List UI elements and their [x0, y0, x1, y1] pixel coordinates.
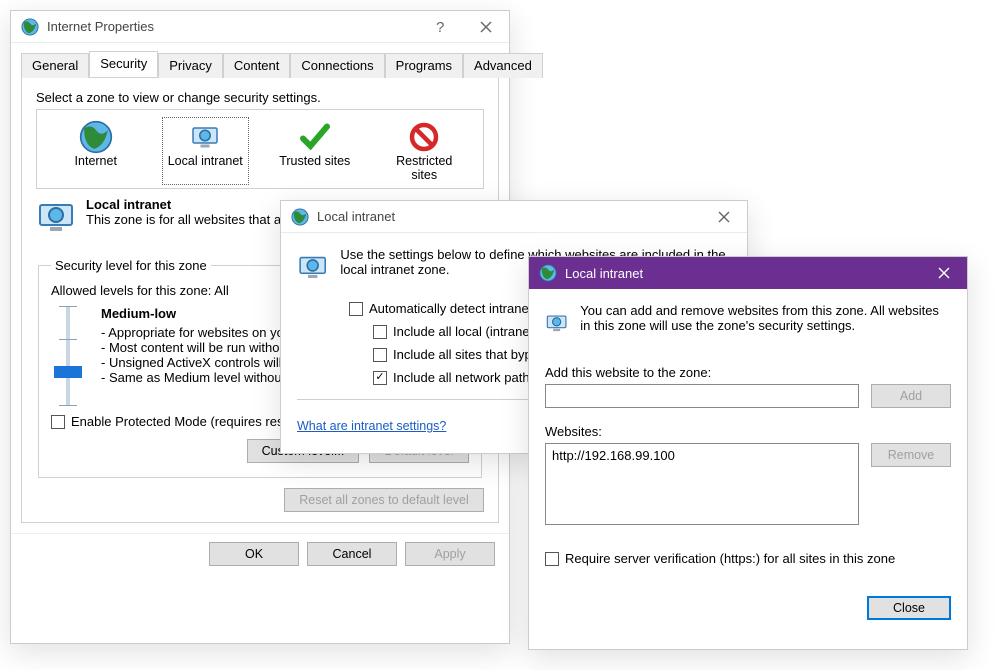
- tab-content[interactable]: Content: [223, 53, 291, 78]
- monitor-globe-icon: [545, 303, 568, 343]
- tab-advanced[interactable]: Advanced: [463, 53, 543, 78]
- websites-listbox[interactable]: http://192.168.99.100: [545, 443, 859, 525]
- add-website-label: Add this website to the zone:: [545, 365, 951, 380]
- checkbox-box: [373, 371, 387, 385]
- zone-label: Restricted sites: [384, 154, 466, 182]
- globe-icon: [79, 120, 113, 154]
- tab-strip: General Security Privacy Content Connect…: [11, 43, 509, 77]
- help-button[interactable]: [425, 15, 459, 39]
- checkbox-box: [349, 302, 363, 316]
- monitor-globe-icon: [297, 247, 328, 287]
- monitor-globe-icon: [188, 122, 222, 152]
- titlebar-local-intranet-sites: Local intranet: [529, 257, 967, 289]
- titlebar-local-intranet-settings: Local intranet: [281, 201, 747, 233]
- security-level-legend: Security level for this zone: [51, 258, 211, 273]
- close-button[interactable]: [469, 15, 503, 39]
- tab-connections[interactable]: Connections: [290, 53, 384, 78]
- check-icon: [300, 122, 330, 152]
- globe-icon: [539, 264, 557, 282]
- close-dialog-button[interactable]: Close: [867, 596, 951, 620]
- close-button[interactable]: [707, 205, 741, 229]
- zone-local-intranet[interactable]: Local intranet: [165, 120, 247, 182]
- zone-trusted[interactable]: Trusted sites: [274, 120, 356, 182]
- window-title: Internet Properties: [47, 19, 425, 34]
- reset-all-zones-button[interactable]: Reset all zones to default level: [284, 488, 484, 512]
- tab-security[interactable]: Security: [89, 51, 158, 77]
- require-https-checkbox[interactable]: Require server verification (https:) for…: [545, 551, 951, 566]
- checkbox-box: [51, 415, 65, 429]
- cancel-button[interactable]: Cancel: [307, 542, 397, 566]
- dialog-message: You can add and remove websites from thi…: [580, 303, 951, 343]
- tab-privacy[interactable]: Privacy: [158, 53, 223, 78]
- checkbox-label: Require server verification (https:) for…: [565, 551, 895, 566]
- restricted-icon: [409, 122, 439, 152]
- website-item[interactable]: http://192.168.99.100: [552, 448, 852, 463]
- websites-label: Websites:: [545, 424, 951, 439]
- globe-icon: [291, 208, 309, 226]
- add-website-input[interactable]: [545, 384, 859, 408]
- zone-label: Internet: [55, 154, 137, 168]
- dialog-title: Local intranet: [565, 266, 927, 281]
- zone-label: Local intranet: [165, 154, 247, 168]
- dialog-title: Local intranet: [317, 209, 707, 224]
- remove-button[interactable]: Remove: [871, 443, 951, 467]
- zone-prompt: Select a zone to view or change security…: [36, 90, 484, 105]
- globe-icon: [21, 18, 39, 36]
- add-button[interactable]: Add: [871, 384, 951, 408]
- close-button[interactable]: [927, 261, 961, 285]
- tab-general[interactable]: General: [21, 53, 89, 78]
- zone-list: Internet Local intranet Trusted sites Re…: [36, 109, 484, 189]
- titlebar-internet-properties: Internet Properties: [11, 11, 509, 43]
- checkbox-box: [373, 325, 387, 339]
- security-level-slider[interactable]: [57, 306, 79, 406]
- apply-button[interactable]: Apply: [405, 542, 495, 566]
- slider-thumb[interactable]: [54, 366, 82, 378]
- what-are-intranet-link[interactable]: What are intranet settings?: [297, 419, 446, 433]
- zone-internet[interactable]: Internet: [55, 120, 137, 182]
- monitor-globe-icon: [36, 197, 76, 237]
- tab-programs[interactable]: Programs: [385, 53, 463, 78]
- checkbox-box: [545, 552, 559, 566]
- zone-label: Trusted sites: [274, 154, 356, 168]
- zone-restricted[interactable]: Restricted sites: [384, 120, 466, 182]
- checkbox-box: [373, 348, 387, 362]
- zone-large-icon: [36, 197, 76, 240]
- ok-button[interactable]: OK: [209, 542, 299, 566]
